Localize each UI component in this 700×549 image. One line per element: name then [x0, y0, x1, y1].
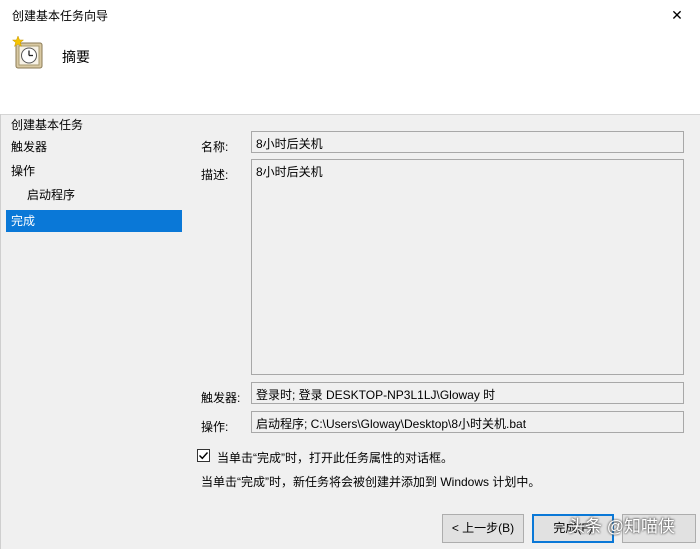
title-bar: 创建基本任务向导 ✕	[0, 0, 700, 30]
checkmark-icon	[199, 452, 209, 460]
step-finish[interactable]: 完成	[6, 210, 182, 232]
action-field[interactable]: 启动程序; C:\Users\Gloway\Desktop\8小时关机.bat	[251, 411, 684, 433]
open-properties-checkbox[interactable]	[197, 449, 210, 462]
description-label: 描述:	[201, 168, 229, 182]
trigger-field[interactable]: 登录时; 登录 DESKTOP-NP3L1LJ\Gloway 时	[251, 382, 684, 404]
watermark: 头条 @知喵侠	[568, 517, 675, 536]
action-label: 操作:	[201, 420, 229, 434]
trigger-label: 触发器:	[201, 391, 241, 405]
description-field[interactable]: 8小时后关机	[251, 159, 684, 375]
wizard-steps: 创建基本任务 触发器 操作 启动程序 完成	[6, 114, 182, 544]
step-action[interactable]: 操作	[6, 160, 182, 182]
wizard-header: 摘要	[0, 30, 700, 115]
step-trigger[interactable]: 触发器	[6, 136, 182, 158]
step-create-basic-task[interactable]: 创建基本任务	[6, 114, 182, 136]
window-border	[0, 114, 1, 549]
window-title: 创建基本任务向导	[12, 9, 109, 23]
name-field[interactable]: 8小时后关机	[251, 131, 684, 153]
step-start-program[interactable]: 启动程序	[6, 184, 182, 206]
clock-icon	[12, 36, 43, 69]
close-icon[interactable]: ✕	[654, 0, 700, 30]
page-heading: 摘要	[62, 49, 90, 65]
finish-note: 当单击“完成”时，新任务将会被创建并添加到 Windows 计划中。	[201, 475, 541, 489]
name-label: 名称:	[201, 140, 229, 154]
back-button[interactable]: < 上一步(B)	[442, 514, 524, 543]
open-properties-label[interactable]: 当单击“完成”时，打开此任务属性的对话框。	[217, 449, 453, 466]
